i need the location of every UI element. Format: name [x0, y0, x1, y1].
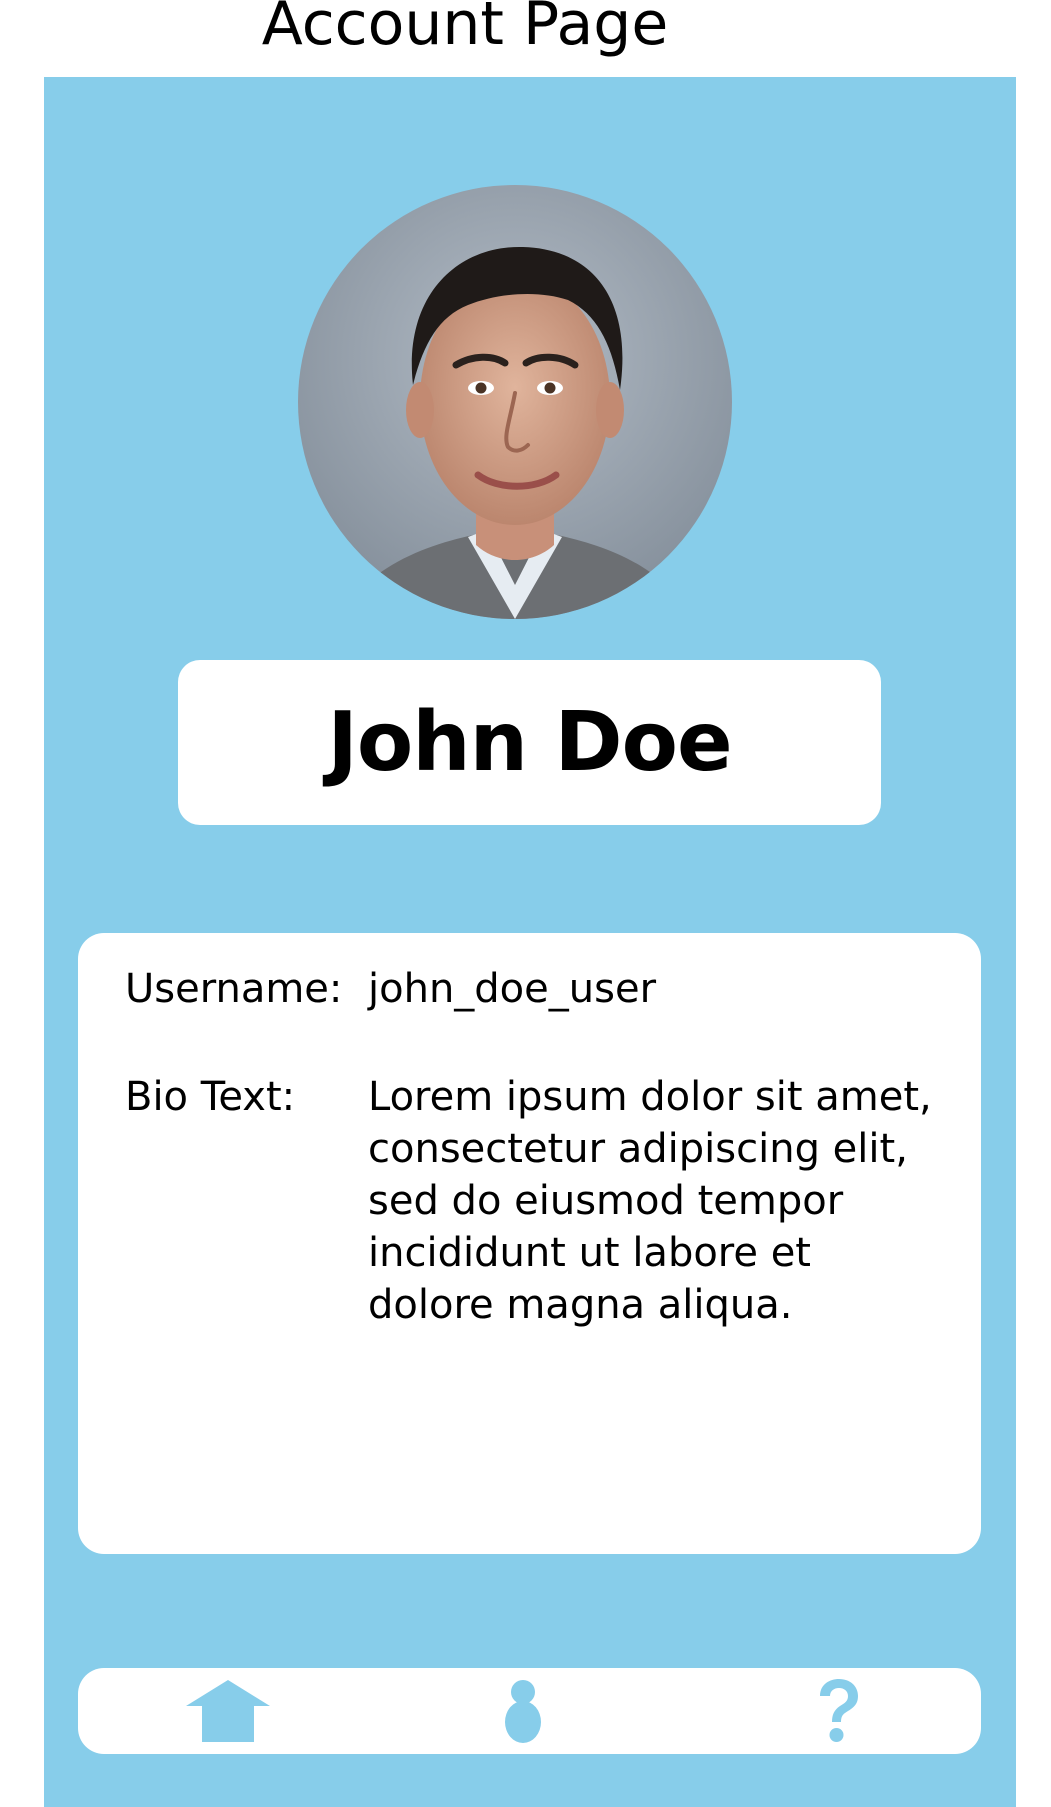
bottom-nav	[78, 1668, 981, 1754]
bio-label: Bio Text:	[125, 1074, 296, 1120]
profile-avatar[interactable]	[298, 185, 732, 619]
nav-home-button[interactable]	[178, 1668, 278, 1754]
help-icon	[820, 1679, 858, 1742]
name-card: John Doe	[178, 660, 881, 825]
profile-name: John Doe	[327, 695, 732, 790]
home-icon	[186, 1680, 270, 1742]
bio-value: Lorem ipsum dolor sit amet, consectetur …	[368, 1074, 932, 1328]
nav-help-button[interactable]	[798, 1668, 878, 1754]
page-title: Account Page	[261, 0, 669, 59]
profile-photo-icon	[298, 185, 732, 619]
details-card: Username: john_doe_user Bio Text: Lorem …	[78, 933, 981, 1554]
account-screen: John Doe Username: john_doe_user Bio Tex…	[44, 77, 1016, 1807]
username-value: john_doe_user	[368, 966, 657, 1012]
username-label: Username:	[125, 966, 343, 1012]
profile-icon	[505, 1680, 541, 1743]
nav-profile-button[interactable]	[483, 1668, 563, 1754]
